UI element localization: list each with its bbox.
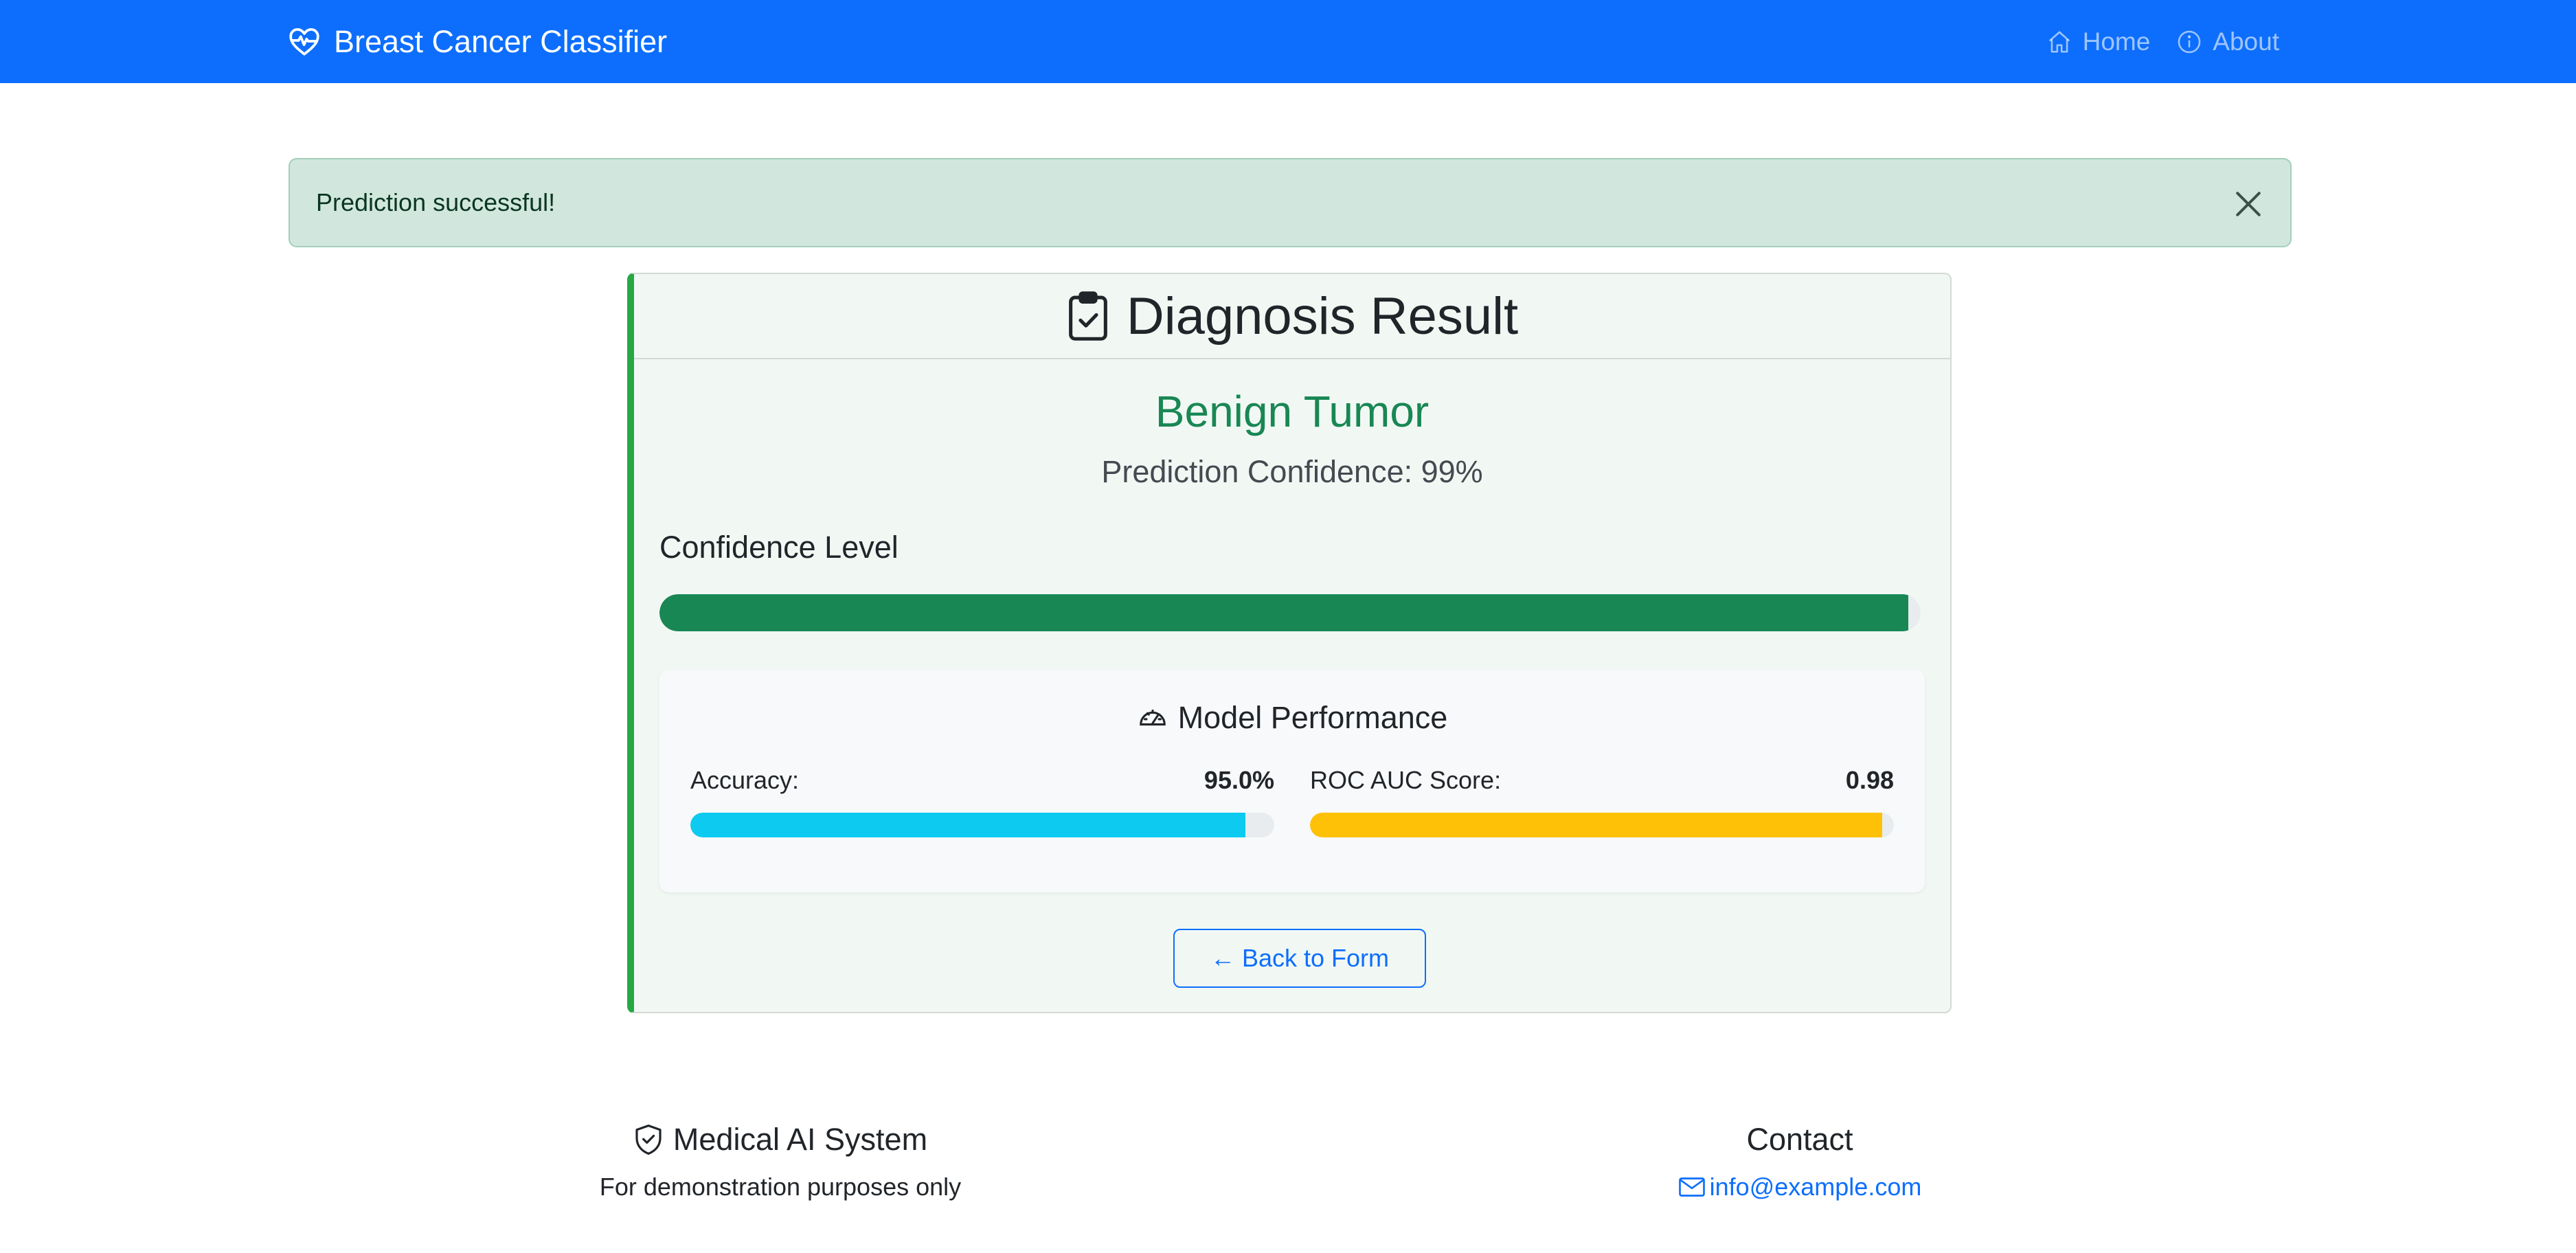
card-title: Diagnosis Result	[1126, 286, 1519, 346]
confidence-progress	[659, 594, 1921, 631]
brand-link[interactable]: Breast Cancer Classifier	[287, 0, 667, 83]
back-to-form-button[interactable]: ← Back to Form	[1173, 929, 1426, 988]
accuracy-progress-fill	[690, 813, 1245, 837]
success-alert: Prediction successful!	[289, 158, 2292, 247]
accuracy-metric: Accuracy: 95.0%	[690, 766, 1274, 837]
card-header: Diagnosis Result	[634, 274, 1950, 359]
contact-email: info@example.com	[1709, 1173, 1922, 1201]
footer-left-title-text: Medical AI System	[673, 1122, 928, 1157]
result-card: Diagnosis Result Benign Tumor Prediction…	[627, 273, 1952, 1013]
nav-links: Home About	[2020, 0, 2279, 83]
roc-auc-value: 0.98	[1845, 766, 1894, 794]
house-icon	[2048, 30, 2070, 53]
roc-auc-label: ROC AUC Score:	[1310, 766, 1502, 794]
accuracy-label: Accuracy:	[690, 766, 800, 794]
footer-left: Medical AI System For demonstration purp…	[563, 1122, 997, 1201]
speedometer-icon	[1139, 709, 1166, 726]
prediction-confidence: Prediction Confidence: 99%	[1101, 454, 1483, 489]
accuracy-progress	[690, 813, 1274, 837]
envelope-icon	[1678, 1177, 1705, 1197]
heart-pulse-icon	[289, 27, 319, 56]
confidence-level-label: Confidence Level	[659, 530, 899, 565]
shield-check-icon	[635, 1125, 662, 1155]
info-circle-icon	[2178, 30, 2201, 53]
model-performance-panel: Model Performance Accuracy: 95.0% ROC AU…	[659, 670, 1925, 892]
contact-email-link[interactable]: info@example.com	[1635, 1173, 1965, 1201]
close-icon[interactable]	[2230, 185, 2267, 223]
nav-home-label: Home	[2082, 27, 2151, 56]
accuracy-value: 95.0%	[1204, 766, 1274, 794]
footer-disclaimer: For demonstration purposes only	[599, 1173, 962, 1201]
footer-right: Contact info@example.com	[1635, 1122, 1965, 1201]
roc-auc-progress	[1310, 813, 1894, 837]
nav-home-link[interactable]: Home	[2046, 27, 2151, 56]
navbar: Breast Cancer Classifier Home About	[0, 0, 2576, 83]
alert-message: Prediction successful!	[316, 188, 556, 216]
roc-auc-progress-fill	[1310, 813, 1882, 837]
nav-about-label: About	[2213, 27, 2279, 56]
nav-about-link[interactable]: About	[2176, 27, 2279, 56]
footer-contact-title: Contact	[1746, 1122, 1853, 1157]
performance-title-text: Model Performance	[1177, 700, 1448, 735]
clipboard-check-icon	[1068, 291, 1107, 341]
confidence-progress-fill	[659, 594, 1908, 631]
diagnosis-label: Benign Tumor	[1155, 387, 1430, 436]
footer-left-title: Medical AI System	[563, 1122, 997, 1158]
roc-auc-metric: ROC AUC Score: 0.98	[1310, 766, 1894, 837]
performance-title: Model Performance	[659, 700, 1925, 736]
brand-title: Breast Cancer Classifier	[334, 23, 668, 59]
